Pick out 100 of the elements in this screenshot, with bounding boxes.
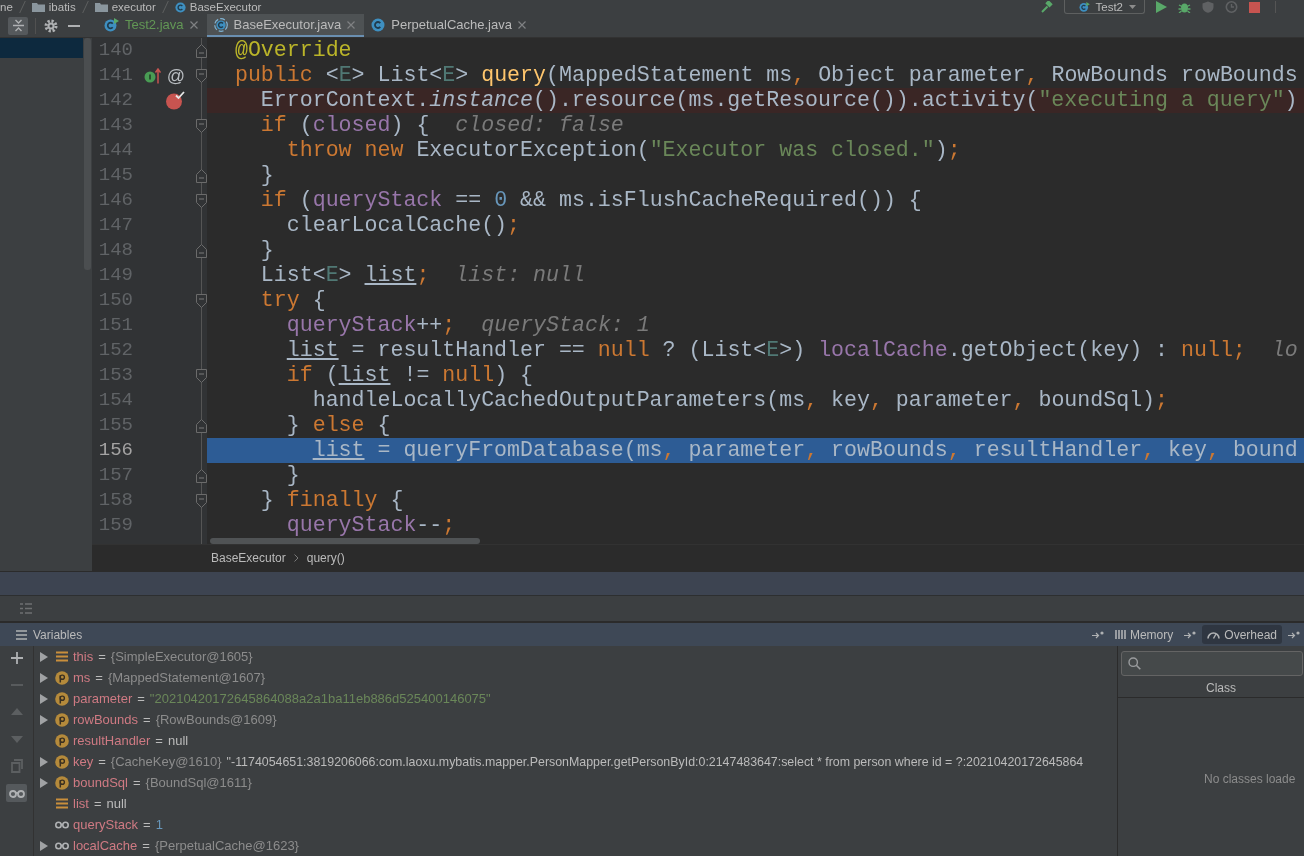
- glasses-icon: [55, 841, 69, 850]
- search-field[interactable]: [1121, 651, 1303, 676]
- stripes-icon: [56, 798, 68, 809]
- list-icon: [16, 629, 27, 640]
- code-line: queryStack++;: [285, 313, 456, 338]
- close-icon[interactable]: [517, 20, 526, 29]
- variable-value: = null: [155, 733, 189, 748]
- variable-value: = {MappedStatement@1607}: [95, 670, 265, 685]
- variable-name[interactable]: ms: [73, 670, 91, 685]
- path-segment[interactable]: BaseExecutor: [174, 0, 262, 14]
- variable-name[interactable]: parameter: [73, 691, 133, 706]
- parameter-icon: [55, 733, 69, 748]
- editor-tab[interactable]: PerpetualCache.java: [364, 14, 535, 37]
- variable-name[interactable]: list: [73, 796, 89, 811]
- code-line: list = queryFromDatabase(ms, parameter, rowBounds, resultHandler, key, bound: [311, 438, 1298, 463]
- code-line: if (list != null) {: [285, 363, 534, 388]
- fold-marker-icon[interactable]: [195, 243, 207, 258]
- vertical-scrollbar-thumb[interactable]: [84, 38, 91, 270]
- annotation-marker[interactable]: @: [166, 65, 185, 86]
- path-segment[interactable]: executor: [94, 0, 156, 14]
- parameter-icon: [55, 775, 69, 790]
- variable-value: = {PerpetualCache@1623}: [142, 838, 299, 853]
- stop-icon[interactable]: [1249, 1, 1260, 13]
- variable-value: = {CacheKey@1610}: [98, 754, 222, 769]
- line-number: 156: [98, 438, 133, 463]
- inline-debug-value: list: null: [455, 263, 585, 288]
- fold-marker-icon[interactable]: [195, 118, 207, 133]
- code-line: } else {: [285, 413, 391, 438]
- memory-icon: [1114, 629, 1126, 640]
- fold-marker-icon[interactable]: [195, 418, 207, 433]
- stripes-icon: [56, 651, 68, 662]
- expand-triangle-icon[interactable]: [40, 693, 48, 704]
- panel-tab[interactable]: Overhead: [1202, 625, 1282, 644]
- arrow-dot-icon[interactable]: [1184, 630, 1197, 639]
- variable-name[interactable]: resultHandler: [73, 733, 151, 748]
- path-segment[interactable]: ibatis: [31, 0, 76, 14]
- close-icon[interactable]: [347, 20, 356, 29]
- inline-debug-value: queryStack: 1: [481, 313, 650, 338]
- list-icon[interactable]: [20, 603, 32, 614]
- bug-icon[interactable]: [1178, 1, 1191, 13]
- class-run-icon: [1078, 1, 1090, 12]
- variable-name[interactable]: queryStack: [73, 817, 139, 832]
- parameter-icon: [55, 754, 69, 769]
- fold-marker-icon[interactable]: [195, 43, 207, 58]
- code-line: clearLocalCache();: [285, 213, 521, 238]
- variable-name[interactable]: key: [73, 754, 94, 769]
- expand-triangle-icon[interactable]: [40, 777, 48, 788]
- arrow-dot-icon[interactable]: [1288, 630, 1300, 639]
- breadcrumb-item[interactable]: BaseExecutor: [211, 551, 286, 565]
- variable-value: = 1: [143, 817, 163, 832]
- fold-marker-icon[interactable]: [195, 468, 207, 483]
- expand-triangle-icon[interactable]: [40, 714, 48, 725]
- variable-name[interactable]: this: [73, 649, 94, 664]
- code-line: try {: [259, 288, 326, 313]
- variable-value: = {RowBounds@1609}: [143, 712, 277, 727]
- fold-marker-icon[interactable]: [195, 168, 207, 183]
- fold-marker-icon[interactable]: [195, 493, 207, 508]
- hammer-icon[interactable]: [1040, 1, 1053, 13]
- fold-marker-icon[interactable]: [195, 293, 207, 308]
- circle-arrow-icon[interactable]: [143, 67, 161, 84]
- variable-name[interactable]: localCache: [73, 838, 138, 853]
- variable-value: = "20210420172645864088a2a1ba11eb886d525400146075": [137, 691, 491, 706]
- column-header[interactable]: Class: [1206, 681, 1236, 695]
- expand-triangle-icon[interactable]: [40, 672, 48, 683]
- variable-value: = null: [93, 796, 127, 811]
- code-line: list = resultHandler == null ? (List<E>) localCache.getObject(key) : null;: [285, 338, 1246, 363]
- breakpoint-icon[interactable]: [165, 91, 185, 110]
- arrow-dot-icon[interactable]: [1091, 630, 1104, 639]
- horizontal-scrollbar-thumb[interactable]: [210, 538, 480, 544]
- code-line: }: [259, 163, 274, 188]
- code-line: public <E> List<E> query(MappedStatement ms, Object parameter, RowBounds rowBounds: [233, 63, 1298, 88]
- folder-icon: [94, 2, 108, 12]
- play-icon[interactable]: [1156, 1, 1167, 13]
- code-line: throw new ExecutorException("Executor was closed.");: [285, 138, 961, 163]
- collapse-all-icon[interactable]: [8, 16, 28, 35]
- abstract-class-icon: [213, 17, 228, 32]
- breadcrumb-item[interactable]: query(): [306, 551, 345, 565]
- parameter-icon: [55, 691, 69, 706]
- inline-debug-value: closed: false: [455, 113, 624, 138]
- class-run-icon: [104, 17, 119, 32]
- run-configuration-dropdown[interactable]: Test2: [1063, 0, 1145, 14]
- fold-marker-icon[interactable]: [195, 193, 207, 208]
- search-icon: [1128, 657, 1141, 670]
- editor-tab[interactable]: BaseExecutor.java: [206, 14, 365, 37]
- fold-marker-icon[interactable]: [195, 68, 207, 83]
- variable-name[interactable]: boundSql: [73, 775, 128, 790]
- panel-tab[interactable]: Memory: [1109, 625, 1179, 644]
- path-segment[interactable]: ne: [0, 0, 13, 14]
- expand-triangle-icon[interactable]: [40, 840, 48, 851]
- folder-icon: [31, 2, 45, 12]
- variable-value: = {BoundSql@1611}: [132, 775, 252, 790]
- expand-triangle-icon[interactable]: [40, 756, 48, 767]
- empty-state-text: No classes loade: [1203, 772, 1297, 786]
- variable-name[interactable]: rowBounds: [73, 712, 139, 727]
- expand-triangle-icon[interactable]: [40, 651, 48, 662]
- glasses-icon[interactable]: [6, 784, 27, 802]
- close-icon[interactable]: [189, 20, 198, 29]
- fold-marker-icon[interactable]: [195, 368, 207, 383]
- code-line: } finally {: [259, 488, 404, 513]
- editor-tab[interactable]: Test2.java: [97, 14, 207, 37]
